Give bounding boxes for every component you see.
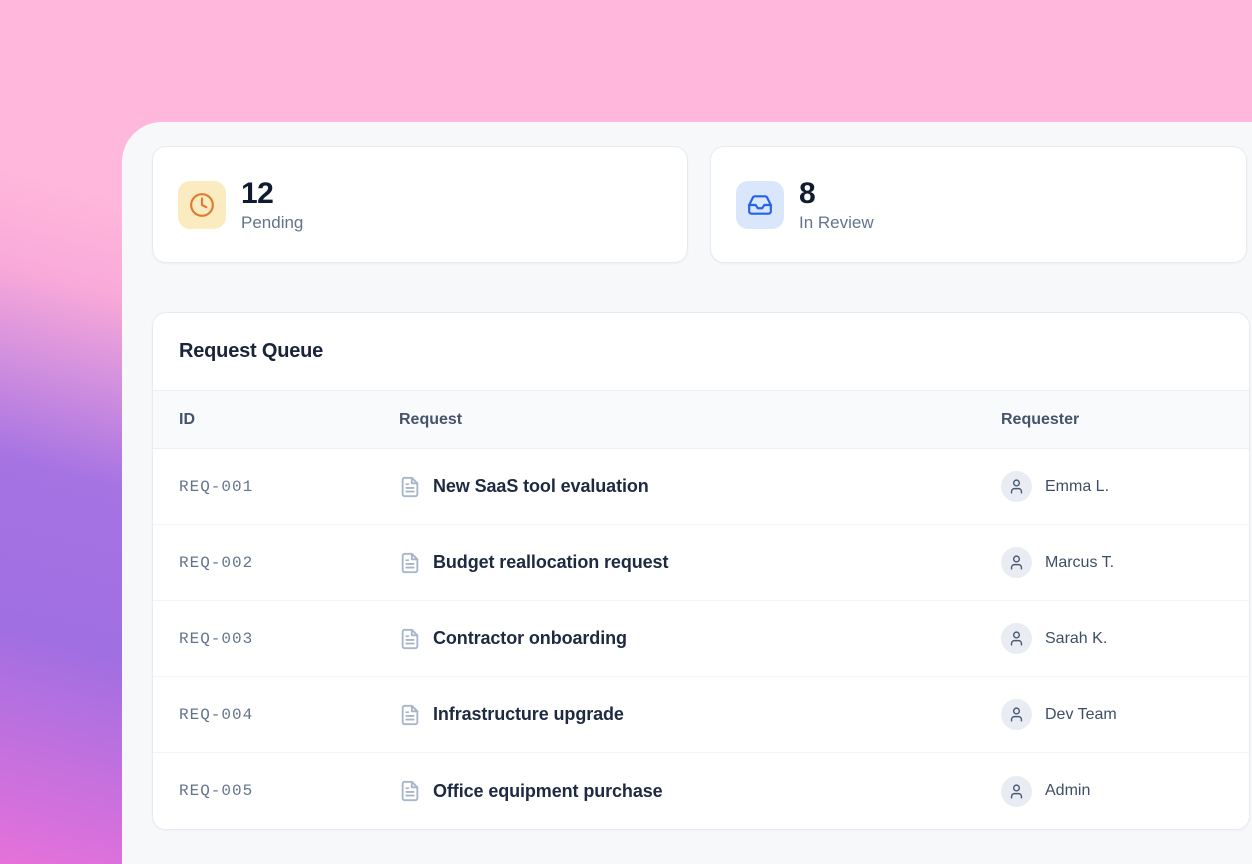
table-row[interactable]: REQ-004 Infrastructure upgrade Dev Team bbox=[153, 677, 1249, 753]
request-title: Office equipment purchase bbox=[433, 781, 663, 802]
requester-cell: Dev Team bbox=[1001, 699, 1249, 730]
requester-cell: Admin bbox=[1001, 776, 1249, 807]
file-text-icon bbox=[399, 628, 421, 650]
requester-name: Emma L. bbox=[1045, 478, 1109, 496]
request-cell: Contractor onboarding bbox=[399, 628, 1001, 650]
column-header-id: ID bbox=[179, 411, 399, 429]
table-row[interactable]: REQ-002 Budget reallocation request Marc… bbox=[153, 525, 1249, 601]
user-icon bbox=[1008, 554, 1025, 571]
user-icon bbox=[1008, 706, 1025, 723]
stat-label: Pending bbox=[241, 213, 303, 233]
stat-value: 8 bbox=[799, 177, 874, 210]
requester-name: Sarah K. bbox=[1045, 630, 1107, 648]
requester-name: Admin bbox=[1045, 782, 1090, 800]
requester-cell: Sarah K. bbox=[1001, 623, 1249, 654]
request-title: Budget reallocation request bbox=[433, 552, 668, 573]
user-icon bbox=[1008, 478, 1025, 495]
request-id: REQ-002 bbox=[179, 554, 399, 572]
stat-text: 8 In Review bbox=[799, 177, 874, 233]
requester-name: Marcus T. bbox=[1045, 554, 1114, 572]
stat-text: 12 Pending bbox=[241, 177, 303, 233]
stat-card: 8 In Review bbox=[710, 146, 1247, 263]
user-icon bbox=[1008, 630, 1025, 647]
request-id: REQ-001 bbox=[179, 478, 399, 496]
file-text-icon bbox=[399, 476, 421, 498]
request-title: Infrastructure upgrade bbox=[433, 704, 624, 725]
main-panel: 12 Pending 8 In Review Request Queue ID … bbox=[122, 122, 1252, 864]
requester-cell: Emma L. bbox=[1001, 471, 1249, 502]
inbox-icon bbox=[747, 192, 773, 218]
stat-label: In Review bbox=[799, 213, 874, 233]
stat-value: 12 bbox=[241, 177, 303, 210]
request-cell: Budget reallocation request bbox=[399, 552, 1001, 574]
request-cell: New SaaS tool evaluation bbox=[399, 476, 1001, 498]
avatar bbox=[1001, 547, 1032, 578]
file-text-icon bbox=[399, 780, 421, 802]
stats-section: 12 Pending 8 In Review bbox=[152, 146, 1252, 263]
request-id: REQ-005 bbox=[179, 782, 399, 800]
avatar bbox=[1001, 623, 1032, 654]
column-header-requester: Requester bbox=[1001, 411, 1249, 429]
page-title: Request Queue bbox=[179, 340, 323, 363]
request-id: REQ-003 bbox=[179, 630, 399, 648]
table-body: REQ-001 New SaaS tool evaluation Emma L.… bbox=[153, 449, 1249, 829]
avatar bbox=[1001, 776, 1032, 807]
table-row[interactable]: REQ-003 Contractor onboarding Sarah K. bbox=[153, 601, 1249, 677]
avatar bbox=[1001, 471, 1032, 502]
request-id: REQ-004 bbox=[179, 706, 399, 724]
stat-icon-box bbox=[736, 181, 784, 229]
clock-icon bbox=[189, 192, 215, 218]
request-cell: Office equipment purchase bbox=[399, 780, 1001, 802]
stat-card: 12 Pending bbox=[152, 146, 688, 263]
user-icon bbox=[1008, 783, 1025, 800]
file-text-icon bbox=[399, 552, 421, 574]
request-cell: Infrastructure upgrade bbox=[399, 704, 1001, 726]
request-queue-card: Request Queue ID Request Requester REQ-0… bbox=[152, 312, 1250, 830]
requester-cell: Marcus T. bbox=[1001, 547, 1249, 578]
table-row[interactable]: REQ-001 New SaaS tool evaluation Emma L. bbox=[153, 449, 1249, 525]
avatar bbox=[1001, 699, 1032, 730]
requester-name: Dev Team bbox=[1045, 706, 1117, 724]
request-title: Contractor onboarding bbox=[433, 628, 627, 649]
table-header-row: ID Request Requester bbox=[153, 391, 1249, 449]
column-header-request: Request bbox=[399, 411, 1001, 429]
stat-icon-box bbox=[178, 181, 226, 229]
file-text-icon bbox=[399, 704, 421, 726]
table-row[interactable]: REQ-005 Office equipment purchase Admin bbox=[153, 753, 1249, 829]
card-title-row: Request Queue bbox=[153, 313, 1249, 391]
request-title: New SaaS tool evaluation bbox=[433, 476, 649, 497]
